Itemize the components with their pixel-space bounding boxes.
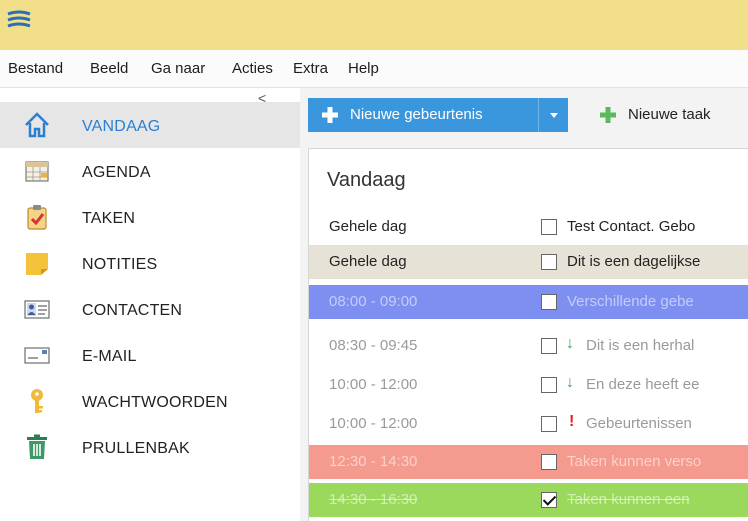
menu-extra[interactable]: Extra <box>293 60 328 77</box>
new-event-dropdown-button[interactable] <box>538 98 568 132</box>
list-item[interactable]: 14:30 - 16:30 Taken kunnen een <box>309 483 748 517</box>
toolbar: Nieuwe gebeurtenis Nieuwe taak <box>300 88 748 144</box>
sidebar-label-e-mail: E-MAIL <box>82 348 137 365</box>
menu-acties[interactable]: Acties <box>232 60 273 77</box>
key-icon <box>31 389 43 413</box>
sidebar: < VANDAAG AGENDA TAKEN NOTITIES CONTACTE… <box>0 88 300 521</box>
item-checkbox[interactable] <box>541 254 557 270</box>
today-panel: Vandaag Gehele dag Test Contact. Gebo Ge… <box>308 148 748 521</box>
sidebar-item-prullenbak[interactable]: PRULLENBAK <box>0 424 300 470</box>
list-item[interactable]: Gehele dag Dit is een dagelijkse <box>309 245 748 279</box>
sidebar-label-prullenbak: PRULLENBAK <box>82 440 190 457</box>
chevron-down-icon <box>550 113 558 118</box>
item-title: Dit is een herhal <box>586 337 695 354</box>
menu-bestand[interactable]: Bestand <box>8 60 63 77</box>
item-time: 14:30 - 16:30 <box>329 491 418 508</box>
arrow-down-icon: ↓ <box>566 374 574 391</box>
list-item[interactable]: 12:30 - 14:30 Taken kunnen verso <box>309 445 748 479</box>
menu-help[interactable]: Help <box>348 60 379 77</box>
item-time: Gehele dag <box>329 218 407 235</box>
sidebar-label-taken: TAKEN <box>82 210 136 227</box>
new-task-label: Nieuwe taak <box>628 106 711 123</box>
sidebar-item-notities[interactable]: NOTITIES <box>0 240 300 286</box>
stacked-lines-icon[interactable] <box>6 9 32 31</box>
item-time: 10:00 - 12:00 <box>329 415 418 432</box>
calendar-icon <box>25 161 49 182</box>
list-item[interactable]: 08:30 - 09:45 ↓ Dit is een herhal <box>309 329 748 363</box>
sticky-note-icon <box>26 253 48 275</box>
sidebar-label-notities: NOTITIES <box>82 256 158 273</box>
sidebar-item-taken[interactable]: TAKEN <box>0 194 300 240</box>
item-time: 12:30 - 14:30 <box>329 453 418 470</box>
sidebar-item-contacten[interactable]: CONTACTEN <box>0 286 300 332</box>
item-time: 08:00 - 09:00 <box>329 293 418 310</box>
house-icon <box>25 112 49 138</box>
item-title: Verschillende gebe <box>567 293 694 310</box>
item-checkbox[interactable] <box>541 454 557 470</box>
list-item[interactable]: 10:00 - 12:00 ! Gebeurtenissen <box>309 407 748 441</box>
arrow-down-icon: ↓ <box>566 335 574 352</box>
item-title: Taken kunnen verso <box>567 453 702 470</box>
clipboard-check-icon <box>27 205 47 230</box>
sidebar-item-agenda[interactable]: AGENDA <box>0 148 300 194</box>
title-bar <box>0 0 748 50</box>
menu-ga-naar[interactable]: Ga naar <box>151 60 205 77</box>
sidebar-label-contacten: CONTACTEN <box>82 302 183 319</box>
sidebar-item-wachtwoorden[interactable]: WACHTWOORDEN <box>0 378 300 424</box>
trash-icon <box>27 434 47 459</box>
item-checkbox[interactable] <box>541 377 557 393</box>
list-item[interactable]: 08:00 - 09:00 Verschillende gebe <box>309 285 748 319</box>
item-time: Gehele dag <box>329 253 407 270</box>
item-checkbox[interactable] <box>541 416 557 432</box>
item-checkbox[interactable] <box>541 338 557 354</box>
item-checkbox[interactable] <box>541 219 557 235</box>
item-title: Taken kunnen een <box>567 491 690 508</box>
menu-beeld[interactable]: Beeld <box>90 60 128 77</box>
item-time: 10:00 - 12:00 <box>329 376 418 393</box>
envelope-icon <box>24 347 50 364</box>
contact-card-icon <box>24 300 50 319</box>
item-checkbox[interactable] <box>541 492 557 508</box>
sidebar-label-wachtwoorden: WACHTWOORDEN <box>82 394 228 411</box>
sidebar-label-vandaag: VANDAAG <box>82 118 161 135</box>
new-event-button[interactable]: Nieuwe gebeurtenis <box>308 98 538 132</box>
item-checkbox[interactable] <box>541 294 557 310</box>
menu-bar: Bestand Beeld Ga naar Acties Extra Help <box>0 50 748 88</box>
sidebar-label-agenda: AGENDA <box>82 164 151 181</box>
plus-icon <box>600 107 616 123</box>
item-time: 08:30 - 09:45 <box>329 337 418 354</box>
list-item[interactable]: Gehele dag Test Contact. Gebo <box>309 210 748 244</box>
item-title: En deze heeft ee <box>586 376 700 393</box>
main-content: Vandaag Gehele dag Test Contact. Gebo Ge… <box>300 144 748 521</box>
item-title: Test Contact. Gebo <box>567 218 696 235</box>
list-item[interactable]: 10:00 - 12:00 ↓ En deze heeft ee <box>309 368 748 402</box>
item-title: Gebeurtenissen <box>586 415 692 432</box>
new-task-button[interactable]: Nieuwe taak <box>590 98 748 132</box>
plus-icon <box>322 107 338 123</box>
exclamation-icon: ! <box>569 413 575 430</box>
sidebar-item-e-mail[interactable]: E-MAIL <box>0 332 300 378</box>
item-title: Dit is een dagelijkse <box>567 253 701 270</box>
page-title: Vandaag <box>327 169 406 191</box>
new-event-label: Nieuwe gebeurtenis <box>350 106 483 123</box>
sidebar-item-vandaag[interactable]: VANDAAG <box>0 102 300 148</box>
